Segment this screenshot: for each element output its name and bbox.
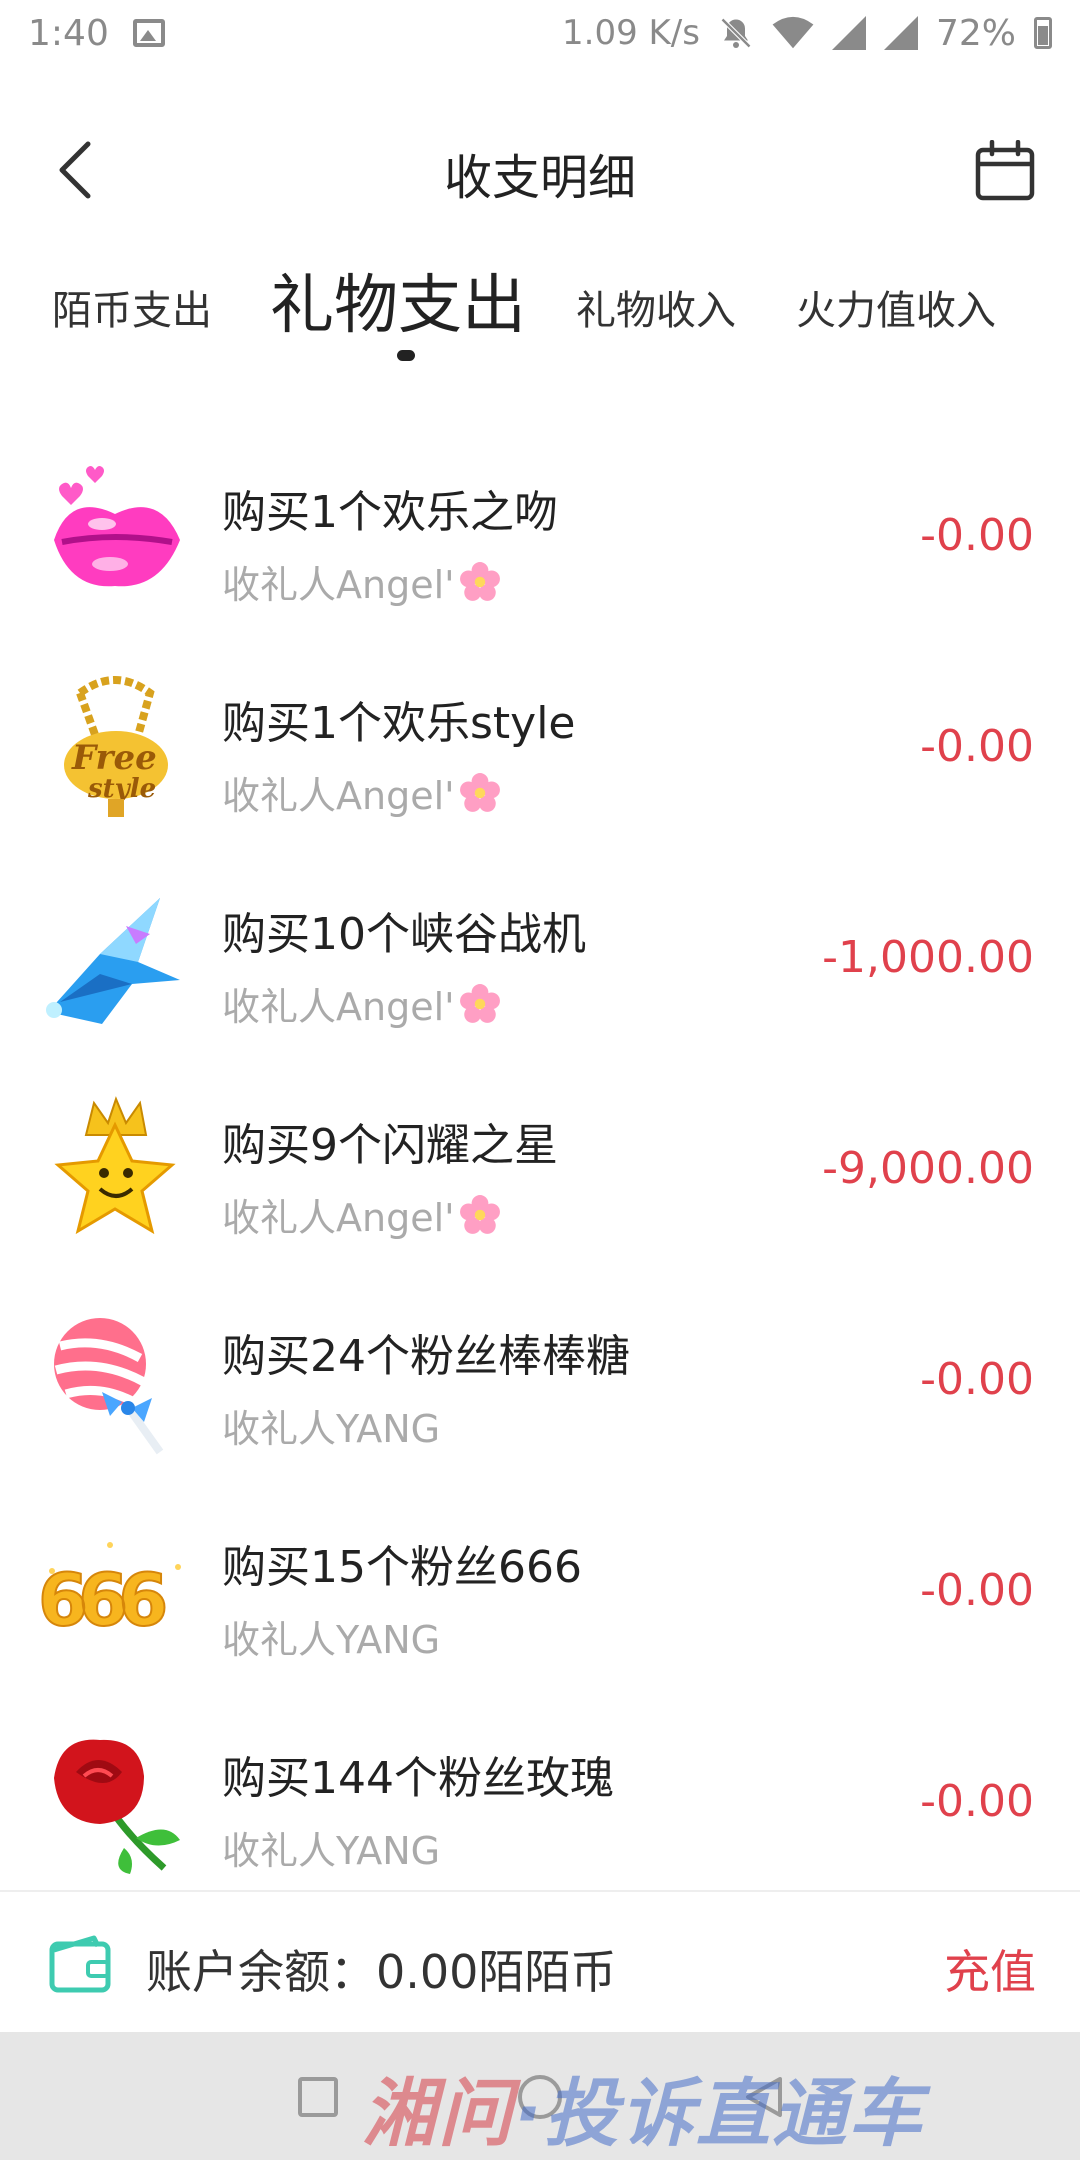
battery-icon (1034, 17, 1052, 49)
app-header: 收支明细 (0, 120, 1080, 220)
watermark-part1: 湘问 (362, 2071, 514, 2157)
page-title: 收支明细 (443, 150, 636, 206)
system-nav-bar: 湘问·投诉直通车 (0, 2032, 1080, 2160)
recipient-text: 收礼人YANG (222, 1829, 441, 1873)
svg-text:Free: Free (71, 738, 157, 778)
transaction-title: 购买15个粉丝666 (222, 1542, 582, 1593)
transaction-title: 购买9个闪耀之星 (222, 1120, 558, 1171)
transaction-amount: -0.00 (920, 1565, 1034, 1616)
recipient-label: 收礼人YANG (222, 1820, 440, 1875)
transaction-amount: -0.00 (920, 1776, 1034, 1827)
tab-momo-coin-spending[interactable]: 陌币支出 (52, 278, 212, 336)
transaction-row[interactable]: Free style 购买1个欢乐style 收礼人Angel' -0.00 (0, 649, 1080, 860)
recipient-text: 收礼人YANG (222, 1618, 441, 1662)
tab-gift-spending[interactable]: 礼物支出 (270, 254, 526, 346)
cherry-blossom-icon (459, 983, 500, 1023)
transaction-amount: -1,000.00 (822, 932, 1034, 983)
transaction-row[interactable]: 购买144个粉丝玫瑰 收礼人YANG -0.00 (0, 1704, 1080, 1915)
mute-bell-icon (720, 17, 752, 49)
kiss-lips-icon (54, 466, 180, 587)
transaction-row[interactable]: 购买10个峡谷战机 收礼人Angel' -1,000.00 (0, 860, 1080, 1071)
red-rose-icon (54, 1739, 180, 1874)
transaction-row[interactable]: 购买1个欢乐之吻 收礼人Angel' -0.00 (0, 438, 1080, 649)
transaction-amount: -0.00 (920, 1354, 1034, 1405)
recipient-text: 收礼人Angel' (222, 1196, 455, 1240)
tab-fire-value-income[interactable]: 火力值收入 (796, 278, 996, 336)
status-time: 1:40 (28, 12, 109, 54)
watermark-part2: ·投诉直通车 (514, 2071, 925, 2157)
lollipop-icon (54, 1318, 164, 1455)
transaction-amount: -0.00 (920, 721, 1034, 772)
transaction-amount: -9,000.00 (822, 1143, 1034, 1194)
recharge-button[interactable]: 充值 (944, 1936, 1036, 2002)
cherry-blossom-icon (459, 772, 500, 812)
tab-gift-income[interactable]: 礼物收入 (576, 278, 736, 336)
wallet-icon (49, 1935, 111, 1993)
status-bar: 1:40 1.09 K/s 72% (0, 0, 1080, 66)
recipient-label: 收礼人Angel' (222, 976, 501, 1031)
gold-chain-necklace-icon: Free style (64, 676, 168, 817)
recipient-text: 收礼人YANG (222, 1407, 441, 1451)
crowned-star-icon (54, 1096, 176, 1235)
tab-bar: 陌币支出 礼物支出 礼物收入 火力值收入 (0, 250, 1080, 370)
signal-icon-2 (883, 16, 918, 50)
recipient-label: 收礼人Angel' (222, 765, 501, 820)
image-notification-icon (132, 19, 165, 47)
transaction-row[interactable]: 666 购买15个粉丝666 收礼人YANG -0.00 (0, 1493, 1080, 1704)
transaction-row[interactable]: 购买24个粉丝棒棒糖 收礼人YANG -0.00 (0, 1282, 1080, 1493)
calendar-icon[interactable] (974, 140, 1036, 202)
cherry-blossom-icon (459, 1194, 500, 1234)
fighter-jet-icon (46, 898, 180, 1024)
transaction-title: 购买24个粉丝棒棒糖 (222, 1331, 630, 1382)
account-balance: 账户余额：0.00陌陌币 (146, 1945, 617, 1999)
cherry-blossom-icon (459, 561, 500, 601)
watermark: 湘问·投诉直通车 (362, 2054, 924, 2160)
recipient-label: 收礼人YANG (222, 1398, 440, 1453)
recipient-text: 收礼人Angel' (222, 774, 455, 818)
transaction-amount: -0.00 (920, 510, 1034, 561)
balance-footer: 账户余额：0.00陌陌币 充值 (0, 1890, 1080, 2032)
recents-button[interactable] (298, 2077, 338, 2117)
transaction-title: 购买1个欢乐之吻 (222, 487, 558, 538)
wifi-icon (772, 16, 814, 49)
recipient-label: 收礼人Angel' (222, 554, 501, 609)
svg-text:666: 666 (40, 1558, 165, 1642)
recipient-label: 收礼人YANG (222, 1609, 440, 1664)
transaction-title: 购买1个欢乐style (222, 698, 576, 749)
active-tab-indicator (397, 350, 415, 361)
transaction-list: 购买1个欢乐之吻 收礼人Angel' -0.00 Free style 购买1个… (0, 438, 1080, 1915)
signal-icon-1 (831, 16, 866, 50)
recipient-text: 收礼人Angel' (222, 985, 455, 1029)
recipient-label: 收礼人Angel' (222, 1187, 501, 1242)
transaction-row[interactable]: 购买9个闪耀之星 收礼人Angel' -9,000.00 (0, 1071, 1080, 1282)
network-speed: 1.09 K/s (562, 13, 700, 53)
battery-percent: 72% (935, 12, 1016, 54)
transaction-title: 购买10个峡谷战机 (222, 909, 586, 960)
transaction-title: 购买144个粉丝玫瑰 (222, 1753, 614, 1804)
recipient-text: 收礼人Angel' (222, 563, 455, 607)
gold-666-icon: 666 (40, 1542, 181, 1643)
